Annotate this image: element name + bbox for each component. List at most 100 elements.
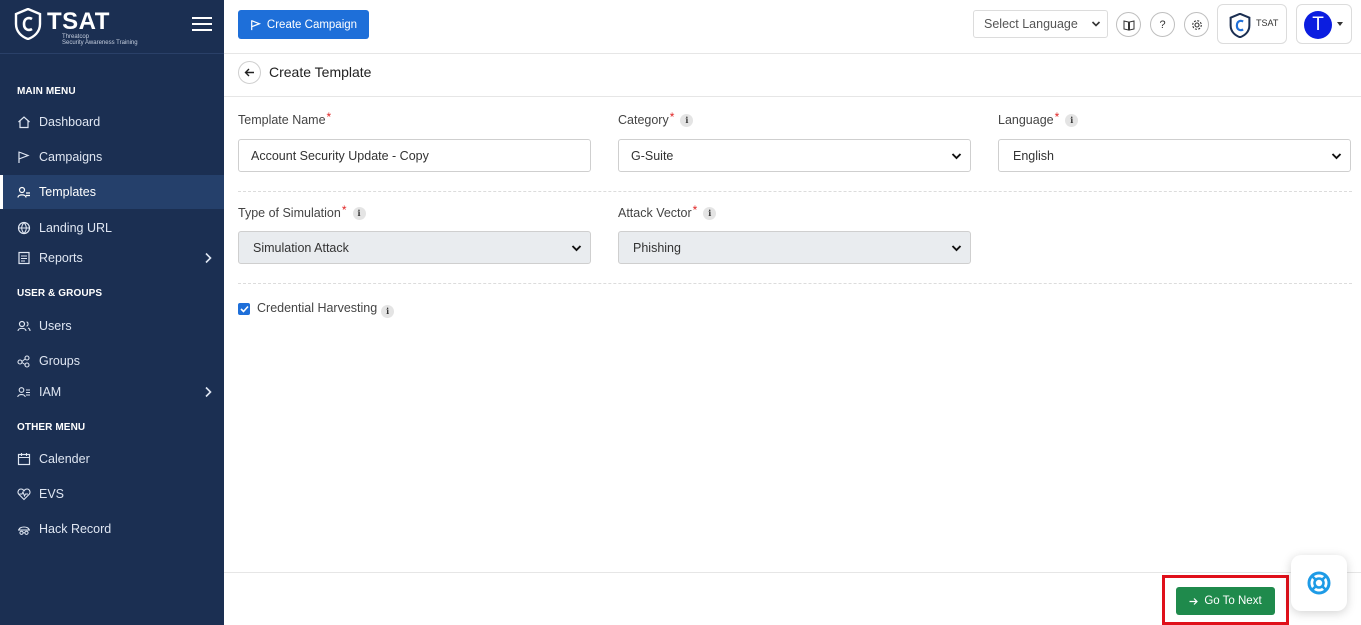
- attack-vector-select[interactable]: Phishing: [618, 231, 971, 264]
- brand-title: TSAT: [47, 8, 110, 35]
- gear-icon: [1191, 19, 1202, 30]
- heart-pulse-icon: [17, 488, 31, 501]
- language-select-value: Select Language: [984, 17, 1078, 31]
- sidebar-item-dashboard[interactable]: Dashboard: [0, 105, 224, 139]
- template-name-input[interactable]: Account Security Update - Copy: [238, 139, 591, 172]
- tsat-badge-label: TSAT: [1256, 18, 1279, 28]
- report-icon: [18, 251, 30, 265]
- section-label-user-groups: USER & GROUPS: [17, 288, 103, 299]
- user-menu[interactable]: T: [1296, 4, 1352, 44]
- sidebar-item-label: Templates: [39, 185, 96, 199]
- sidebar-item-groups[interactable]: Groups: [0, 344, 224, 378]
- go-to-next-label: Go To Next: [1204, 595, 1262, 607]
- sidebar-item-label: Users: [39, 319, 72, 333]
- section-label-other-menu: OTHER MENU: [17, 422, 86, 433]
- required-marker: *: [341, 203, 347, 217]
- book-icon: [1123, 19, 1134, 31]
- type-of-simulation-select[interactable]: Simulation Attack: [238, 231, 591, 264]
- category-select[interactable]: G-Suite: [618, 139, 971, 172]
- sidebar-item-calender[interactable]: Calender: [0, 442, 224, 476]
- sidebar-item-users[interactable]: Users: [0, 309, 224, 343]
- footer-divider: [224, 572, 1361, 573]
- chevron-down-icon: [951, 153, 962, 160]
- settings-button[interactable]: [1184, 12, 1209, 37]
- brand-subtitle: Security Awareness Training: [62, 40, 138, 46]
- info-icon[interactable]: i: [680, 113, 694, 127]
- label-text: Language: [998, 113, 1054, 127]
- sidebar-item-landing-url[interactable]: Landing URL: [0, 211, 224, 245]
- language-value: English: [1013, 148, 1054, 163]
- sidebar-item-label: Campaigns: [39, 150, 103, 164]
- required-marker: *: [1054, 110, 1060, 124]
- info-icon[interactable]: i: [381, 304, 395, 318]
- sidebar-item-label: Hack Record: [39, 522, 112, 536]
- sidebar-item-label: Landing URL: [39, 221, 112, 235]
- sidebar-item-label: IAM: [39, 385, 62, 399]
- category-value: G-Suite: [631, 148, 674, 163]
- back-button[interactable]: [238, 61, 261, 84]
- sidebar-item-label: Groups: [39, 354, 80, 368]
- groups-icon: [17, 355, 30, 368]
- language-field-select[interactable]: English: [998, 139, 1351, 172]
- label-text: Attack Vector: [618, 206, 692, 220]
- sidebar-item-label: Dashboard: [39, 115, 101, 129]
- category-label: Category * i: [618, 110, 694, 127]
- required-marker: *: [326, 110, 332, 124]
- sidebar: TSAT Threatcop Security Awareness Traini…: [0, 0, 224, 625]
- lifebuoy-icon: [1307, 571, 1331, 595]
- calendar-icon: [17, 453, 31, 466]
- info-icon[interactable]: i: [1065, 113, 1079, 127]
- section-label-main-menu: MAIN MENU: [17, 86, 76, 97]
- credential-harvesting-label[interactable]: Credential Harvesting i: [257, 301, 395, 318]
- sidebar-item-iam[interactable]: IAM: [0, 375, 224, 409]
- page-title: Create Template: [269, 64, 372, 80]
- type-of-simulation-label: Type of Simulation * i: [238, 203, 366, 220]
- help-button[interactable]: ?: [1150, 12, 1175, 37]
- chevron-down-icon: [571, 245, 582, 252]
- caret-down-icon: [1337, 22, 1343, 26]
- chevron-right-icon: [205, 252, 212, 264]
- book-button[interactable]: [1116, 12, 1141, 37]
- hamburger-menu-icon[interactable]: [192, 17, 212, 31]
- sidebar-item-templates[interactable]: Templates: [0, 175, 224, 209]
- sidebar-item-label: Reports: [39, 251, 83, 265]
- sidebar-item-evs[interactable]: EVS: [0, 477, 224, 511]
- iam-icon: [17, 387, 30, 398]
- section-divider: [238, 283, 1352, 284]
- section-divider: [238, 191, 1352, 192]
- chevron-down-icon: [1331, 153, 1342, 160]
- label-text: Type of Simulation: [238, 206, 341, 220]
- info-icon[interactable]: i: [352, 206, 366, 220]
- page-header: Create Template: [224, 54, 1361, 97]
- tsat-shield-logo-icon: [14, 8, 42, 40]
- sidebar-item-hack-record[interactable]: Hack Record: [0, 512, 224, 546]
- go-to-next-button[interactable]: Go To Next: [1176, 587, 1275, 615]
- checkmark-icon: [239, 305, 249, 313]
- campaign-flag-icon: [251, 19, 262, 30]
- templates-icon: [17, 186, 30, 198]
- tsat-product-badge[interactable]: TSAT: [1217, 4, 1287, 44]
- language-select[interactable]: Select Language: [973, 10, 1108, 38]
- credential-harvesting-checkbox[interactable]: [238, 303, 250, 315]
- chevron-right-icon: [205, 386, 212, 398]
- sidebar-item-campaigns[interactable]: Campaigns: [0, 140, 224, 174]
- support-button[interactable]: [1291, 555, 1347, 611]
- avatar: T: [1304, 11, 1332, 39]
- question-mark-icon: ?: [1159, 18, 1166, 31]
- create-campaign-label: Create Campaign: [266, 18, 358, 31]
- users-icon: [17, 320, 31, 332]
- home-icon: [18, 116, 30, 129]
- create-campaign-button[interactable]: Create Campaign: [238, 10, 369, 39]
- template-name-label: Template Name *: [238, 110, 332, 127]
- required-marker: *: [669, 110, 675, 124]
- tsat-shield-logo-icon: [1229, 13, 1251, 38]
- sidebar-item-reports[interactable]: Reports: [0, 241, 224, 275]
- topbar: Create Campaign Select Language ? TSAT T: [224, 0, 1361, 54]
- chevron-down-icon: [1091, 21, 1101, 27]
- info-icon[interactable]: i: [703, 206, 717, 220]
- language-label: Language * i: [998, 110, 1079, 127]
- arrow-right-icon: [1189, 597, 1199, 605]
- arrow-left-icon: [244, 68, 254, 77]
- brand[interactable]: TSAT Threatcop Security Awareness Traini…: [14, 8, 138, 48]
- chevron-down-icon: [951, 245, 962, 252]
